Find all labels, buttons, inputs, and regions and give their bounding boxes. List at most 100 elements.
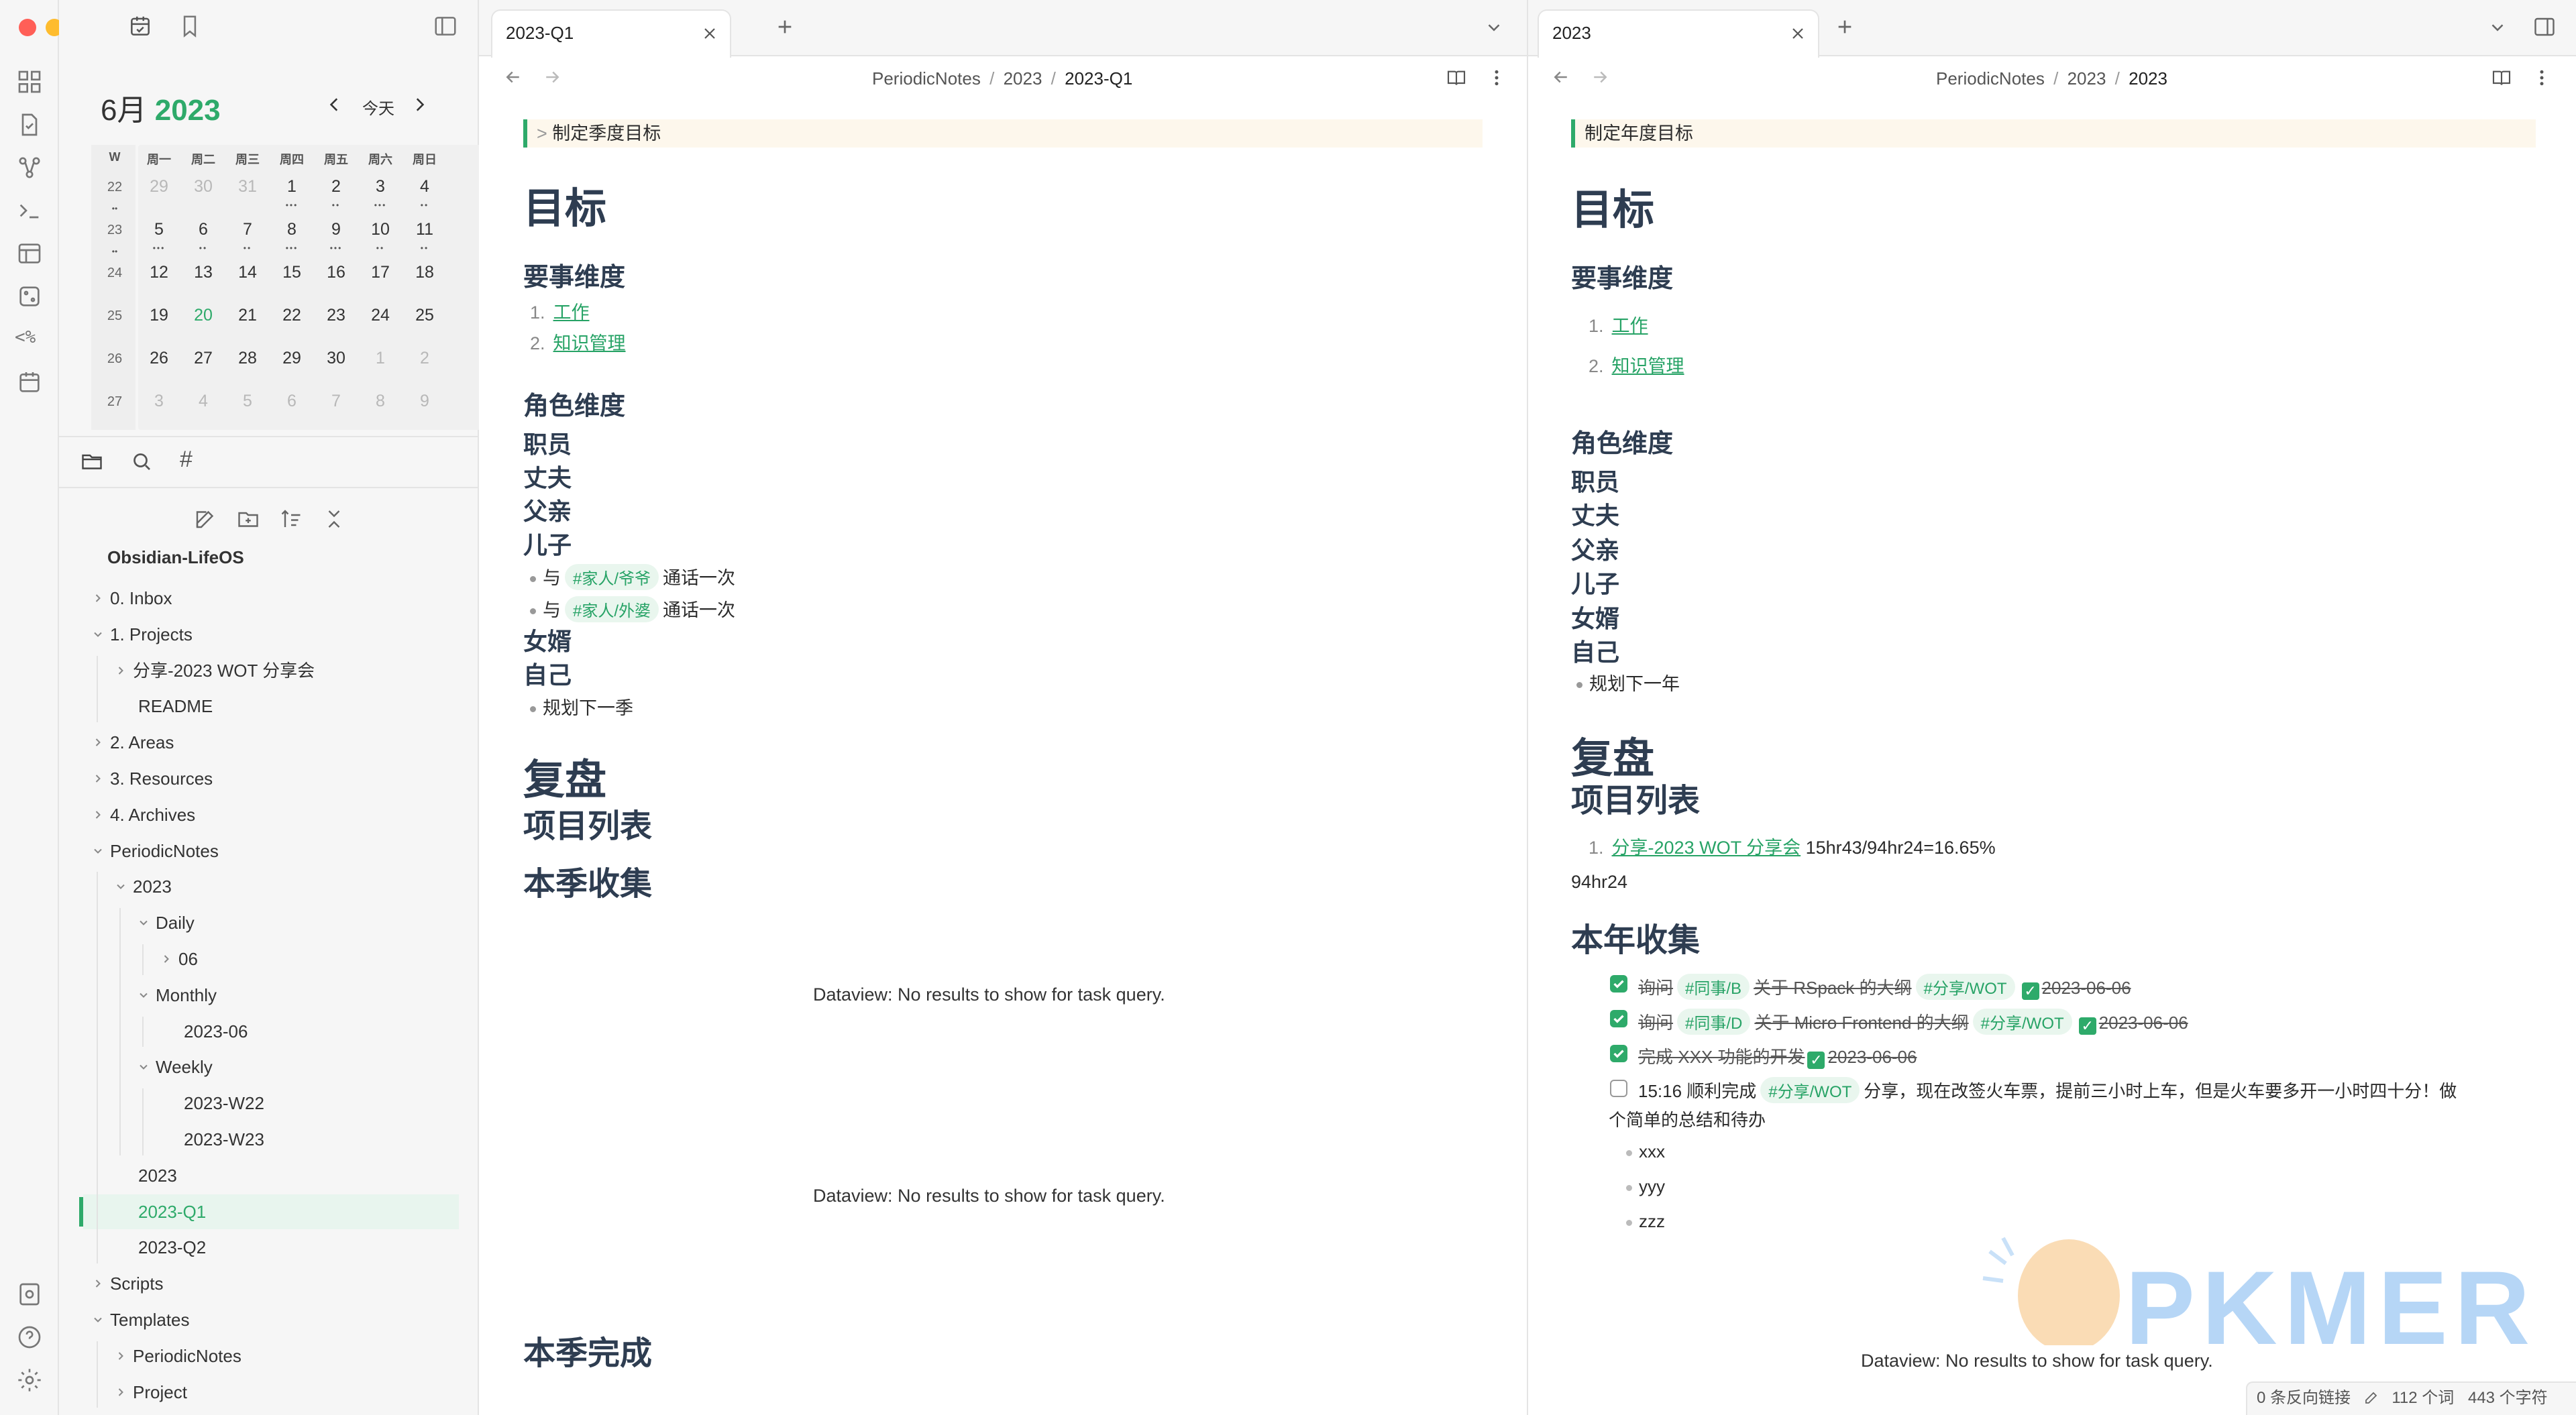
tree-folder[interactable]: 3. Resources <box>59 761 462 796</box>
week-number[interactable]: 23 <box>93 223 137 238</box>
tree-folder[interactable]: 2. Areas <box>59 725 462 760</box>
sidebar-toggle-icon[interactable] <box>432 13 459 39</box>
calendar-day[interactable]: 15 <box>270 263 314 300</box>
back-arrow-icon[interactable] <box>503 67 523 87</box>
file-explorer-icon[interactable] <box>79 449 105 473</box>
calendar-day[interactable]: 5 ••• <box>137 220 181 258</box>
new-note-icon[interactable] <box>193 507 217 531</box>
tab-list-icon[interactable] <box>2487 17 2508 38</box>
week-number[interactable]: 22 <box>93 180 137 195</box>
calendar-day[interactable]: 2 <box>402 349 447 386</box>
reading-view-icon[interactable] <box>2490 67 2513 89</box>
calendar-day[interactable]: 9 ••• <box>314 220 358 258</box>
graph-icon[interactable] <box>16 154 43 181</box>
chevron-right-icon[interactable] <box>114 1385 127 1399</box>
calendar-day[interactable]: 28 <box>225 349 270 386</box>
chevron-right-icon[interactable] <box>91 736 105 749</box>
new-tab-icon[interactable] <box>1834 16 1856 38</box>
week-number[interactable]: 27 <box>93 394 137 410</box>
files-icon[interactable] <box>16 111 43 138</box>
tree-folder[interactable]: PeriodicNotes <box>59 834 462 868</box>
calendar-day[interactable]: 17 <box>358 263 402 300</box>
tag-grandma[interactable]: #家人/外婆 <box>565 596 659 622</box>
calendar-day[interactable]: 2 •• <box>314 177 358 215</box>
forward-arrow-icon[interactable] <box>542 67 562 87</box>
new-folder-icon[interactable] <box>236 507 260 531</box>
chevron-down-icon[interactable] <box>91 1313 105 1326</box>
calendar-day[interactable]: 24 <box>358 306 402 343</box>
calendar-day[interactable]: 3 ••• <box>358 177 402 215</box>
breadcrumb-item[interactable]: 2023 <box>2068 68 2106 89</box>
chevron-right-icon[interactable] <box>114 664 127 677</box>
calendar-icon[interactable] <box>16 369 43 396</box>
forward-arrow-icon[interactable] <box>1590 67 1610 87</box>
calendar-day[interactable]: 22 <box>270 306 314 343</box>
link-project-wot[interactable]: 分享-2023 WOT 分享会 <box>1612 838 1801 858</box>
tag-share-wot[interactable]: #分享/WOT <box>1760 1077 1860 1103</box>
calendar-day[interactable]: 1 <box>358 349 402 386</box>
calendar-day[interactable]: 8 ••• <box>270 220 314 258</box>
calendar-day[interactable]: 21 <box>225 306 270 343</box>
calendar-day[interactable]: 18 <box>402 263 447 300</box>
calendar-day[interactable]: 13 <box>181 263 225 300</box>
dice-icon[interactable] <box>16 283 43 310</box>
close-tab-icon[interactable] <box>702 25 718 42</box>
vault-switch-icon[interactable] <box>16 1281 43 1308</box>
calendar-day[interactable]: 27 <box>181 349 225 386</box>
breadcrumb-item[interactable]: PeriodicNotes <box>872 68 981 89</box>
calendar-day[interactable]: 8 <box>358 392 402 429</box>
tag-share-wot[interactable]: #分享/WOT <box>1972 1009 2072 1035</box>
tree-folder[interactable]: 4. Archives <box>59 797 462 832</box>
calendar-day[interactable]: 6 <box>270 392 314 429</box>
tree-folder[interactable]: PeriodicNotes <box>59 1339 462 1373</box>
callout-year-goal[interactable]: 制定年度目标 <box>1571 119 2536 148</box>
chevron-down-icon[interactable] <box>137 1060 150 1074</box>
today-button[interactable]: 今天 <box>362 95 394 119</box>
tree-folder[interactable]: Project <box>59 1375 462 1410</box>
calendar-day[interactable]: 19 <box>137 306 181 343</box>
task-checkbox[interactable] <box>1610 1010 1627 1027</box>
chevron-down-icon[interactable] <box>91 844 105 858</box>
tree-file[interactable]: 2023-Q1 <box>79 1194 459 1229</box>
calendar-day[interactable]: 12 <box>137 263 181 300</box>
tags-icon[interactable]: # <box>180 447 193 473</box>
templater-icon[interactable]: <% <box>15 327 36 347</box>
chevron-right-icon[interactable] <box>91 808 105 822</box>
tree-folder[interactable]: 0. Inbox <box>59 581 462 616</box>
chevron-down-icon[interactable] <box>91 628 105 641</box>
callout-quarter-goal[interactable]: > 制定季度目标 <box>523 119 1483 148</box>
calendar-day[interactable]: 4 •• <box>402 177 447 215</box>
calendar-day[interactable]: 30 <box>314 349 358 386</box>
task-checkbox[interactable] <box>1610 975 1627 993</box>
task-checkbox[interactable] <box>1610 1080 1627 1097</box>
close-tab-icon[interactable] <box>1790 25 1806 42</box>
calendar-day[interactable]: 25 <box>402 306 447 343</box>
calendar-day[interactable]: 9 <box>402 392 447 429</box>
calendar-day[interactable]: 6 •• <box>181 220 225 258</box>
calendar-day[interactable]: 26 <box>137 349 181 386</box>
chevron-down-icon[interactable] <box>114 880 127 893</box>
template-icon[interactable] <box>16 240 43 267</box>
link-knowledge[interactable]: 知识管理 <box>553 333 626 353</box>
close-window-button[interactable] <box>19 19 36 36</box>
collapse-all-icon[interactable] <box>322 507 346 531</box>
settings-icon[interactable] <box>16 1367 43 1394</box>
calendar-day[interactable]: 11 •• <box>402 220 447 258</box>
chevron-right-icon[interactable] <box>91 1277 105 1290</box>
calendar-day[interactable]: 16 <box>314 263 358 300</box>
breadcrumb-item[interactable]: PeriodicNotes <box>1936 68 2045 89</box>
backlinks-count[interactable]: 0 条反向链接 <box>2257 1389 2351 1407</box>
link-work[interactable]: 工作 <box>553 302 590 323</box>
calendar-day[interactable]: 20 <box>181 306 225 343</box>
dashboard-icon[interactable] <box>16 68 43 95</box>
reading-view-icon[interactable] <box>1445 67 1468 89</box>
tree-folder[interactable]: 1. Projects <box>59 617 462 652</box>
help-icon[interactable] <box>16 1324 43 1351</box>
new-tab-icon[interactable] <box>774 16 796 38</box>
calendar-day[interactable]: 7 •• <box>225 220 270 258</box>
tab-2023[interactable]: 2023 <box>1538 9 1819 58</box>
more-options-icon[interactable] <box>1487 67 1507 89</box>
more-options-icon[interactable] <box>2532 67 2552 89</box>
calendar-day[interactable]: 30 <box>181 177 225 215</box>
calendar-day[interactable]: 14 <box>225 263 270 300</box>
